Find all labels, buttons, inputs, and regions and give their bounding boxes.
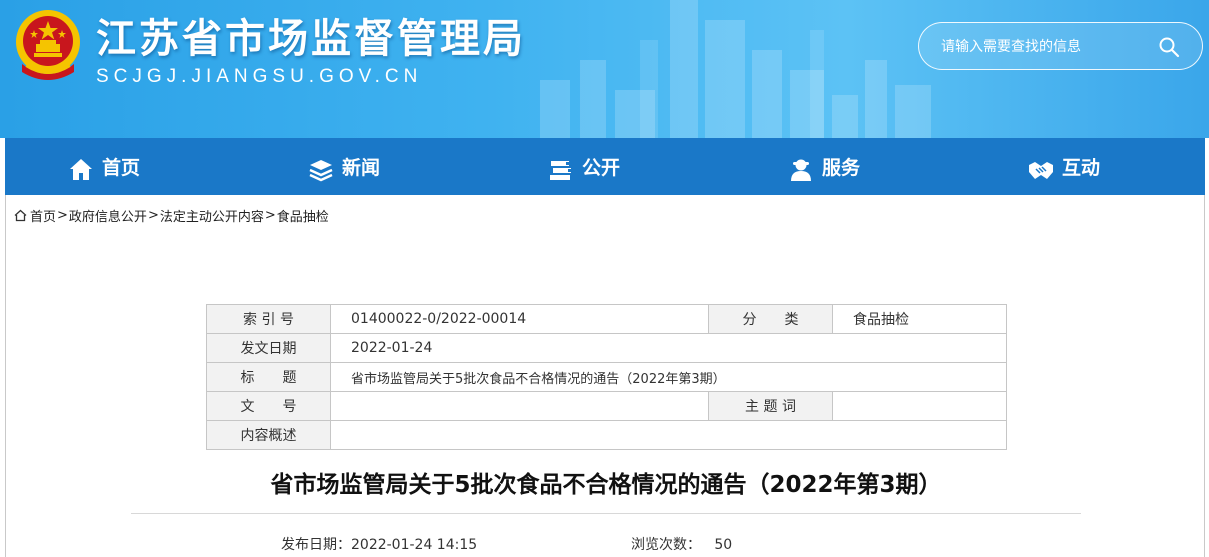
site-title: 江苏省市场监督管理局 bbox=[96, 16, 526, 62]
category-value: 食品抽检 bbox=[832, 304, 1007, 334]
date-value: 2022-01-24 bbox=[330, 333, 1007, 363]
document-info-table: 索 引 号 01400022-0/2022-00014 分 类 食品抽检 发文日… bbox=[206, 304, 1007, 450]
nav-item-label: 互动 bbox=[1062, 157, 1101, 179]
site-domain: SCJGJ.JIANGSU.GOV.CN bbox=[96, 66, 423, 87]
nav-item-news[interactable]: 新闻 bbox=[308, 138, 380, 195]
breadcrumb-separator: > bbox=[264, 208, 276, 223]
view-count-value: 50 bbox=[714, 537, 733, 553]
keywords-label: 主 题 词 bbox=[708, 391, 833, 421]
title-label: 标 题 bbox=[206, 362, 331, 392]
index-value: 01400022-0/2022-00014 bbox=[330, 304, 709, 334]
person-icon bbox=[791, 159, 811, 181]
breadcrumb-link[interactable]: 法定主动公开内容 bbox=[160, 206, 264, 225]
nav-item-open[interactable]: 公开 bbox=[548, 138, 620, 195]
divider bbox=[131, 513, 1081, 514]
table-row: 标 题 省市场监管局关于5批次食品不合格情况的通告（2022年第3期） bbox=[206, 362, 1007, 392]
doc-number-label: 文 号 bbox=[206, 391, 331, 421]
title-value: 省市场监管局关于5批次食品不合格情况的通告（2022年第3期） bbox=[330, 362, 1007, 392]
city-skyline-graphic bbox=[540, 0, 931, 138]
table-row: 内容概述 bbox=[206, 420, 1007, 450]
view-count: 浏览次数： 50 bbox=[631, 534, 732, 554]
summary-value bbox=[330, 420, 1007, 450]
category-label: 分 类 bbox=[708, 304, 833, 334]
main-nav: 首页 新闻 公开 服务 互动 bbox=[5, 138, 1205, 195]
nav-item-service[interactable]: 服务 bbox=[788, 138, 860, 195]
content-area: 首页 > 政府信息公开 > 法定主动公开内容 > 食品抽检 索 引 号 0140… bbox=[5, 195, 1205, 557]
site-header: 江苏省市场监督管理局 SCJGJ.JIANGSU.GOV.CN bbox=[0, 0, 1209, 138]
breadcrumb-link[interactable]: 政府信息公开 bbox=[69, 206, 147, 225]
handshake-icon bbox=[1029, 161, 1053, 179]
article-title: 省市场监管局关于5批次食品不合格情况的通告（2022年第3期） bbox=[270, 472, 942, 498]
search-box bbox=[918, 22, 1203, 70]
books-icon bbox=[550, 160, 571, 180]
date-label: 发文日期 bbox=[206, 333, 331, 363]
nav-item-label: 首页 bbox=[102, 157, 141, 179]
publish-date-label: 发布日期： bbox=[281, 537, 351, 553]
doc-number-value bbox=[330, 391, 709, 421]
home-icon bbox=[70, 158, 92, 180]
nav-item-label: 新闻 bbox=[342, 157, 381, 179]
search-icon[interactable] bbox=[1158, 36, 1180, 58]
table-row: 索 引 号 01400022-0/2022-00014 分 类 食品抽检 bbox=[206, 304, 1007, 334]
nav-item-interact[interactable]: 互动 bbox=[1028, 138, 1100, 195]
publish-date: 发布日期：2022-01-24 14:15 bbox=[281, 534, 477, 554]
nav-item-label: 公开 bbox=[582, 157, 621, 179]
index-label: 索 引 号 bbox=[206, 304, 331, 334]
keywords-value bbox=[832, 391, 1007, 421]
breadcrumb-link[interactable]: 食品抽检 bbox=[277, 206, 329, 225]
table-row: 发文日期 2022-01-24 bbox=[206, 333, 1007, 363]
breadcrumb-separator: > bbox=[57, 208, 68, 223]
national-emblem-icon bbox=[16, 10, 80, 80]
summary-label: 内容概述 bbox=[206, 420, 331, 450]
breadcrumb-separator: > bbox=[147, 208, 159, 223]
breadcrumb: 首页 > 政府信息公开 > 法定主动公开内容 > 食品抽检 bbox=[14, 206, 329, 225]
nav-item-home[interactable]: 首页 bbox=[68, 138, 140, 195]
home-icon bbox=[14, 209, 27, 222]
breadcrumb-link[interactable]: 首页 bbox=[30, 206, 56, 225]
search-input[interactable] bbox=[939, 35, 1158, 59]
publish-date-value: 2022-01-24 14:15 bbox=[351, 537, 478, 553]
table-row: 文 号 主 题 词 bbox=[206, 391, 1007, 421]
layers-icon bbox=[309, 159, 333, 181]
view-count-label: 浏览次数： bbox=[631, 537, 701, 553]
nav-item-label: 服务 bbox=[822, 157, 861, 179]
